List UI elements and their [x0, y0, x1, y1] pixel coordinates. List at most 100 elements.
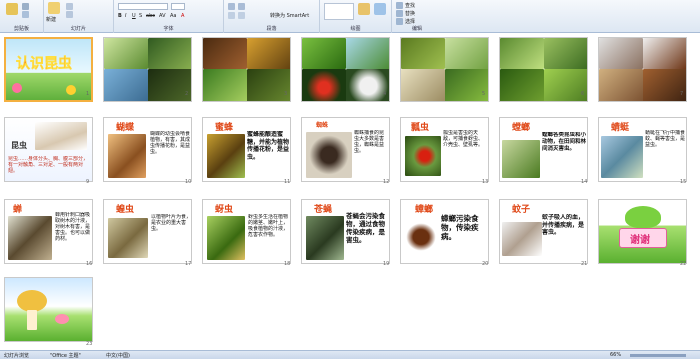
insect-photo — [401, 38, 445, 69]
slide-thumbnail-3[interactable] — [202, 37, 291, 102]
zoom-slider[interactable] — [630, 354, 686, 357]
slide-thumbnail-14[interactable]: 螳螂 螳螂各类昆虫和小动物，在田间和林间消灭害虫。 — [499, 117, 588, 182]
slide-number: 18 — [284, 261, 291, 267]
cut-button[interactable] — [22, 3, 29, 10]
reset-button[interactable] — [66, 11, 73, 18]
slide-text: 螳螂各类昆虫和小动物，在田间和林间消灭害虫。 — [542, 132, 587, 152]
insect-photo — [500, 69, 544, 101]
slide-thumbnail-13[interactable]: 瓢虫 瓢虫是害虫的天敌，可捕食蚜虫、介壳虫、壁虱等。 — [400, 117, 489, 182]
slide-thumbnail-23[interactable] — [4, 277, 93, 342]
insect-photo — [544, 38, 587, 69]
italic-button[interactable]: I — [125, 13, 126, 19]
slide-number: 7 — [680, 91, 684, 97]
insect-photo — [247, 38, 290, 69]
slide-number: 3 — [284, 91, 288, 97]
slide-text: 蚜虫多生活在植物的嫩茎、嫩叶上，吸食植物的汁液，危害农作物。 — [248, 214, 289, 238]
slide-text: 以植物叶片为食，是农业的重大害虫。 — [151, 214, 191, 232]
insect-photo — [148, 38, 191, 69]
quick-styles-icon[interactable] — [374, 3, 386, 15]
status-view: 幻灯片浏览 — [4, 353, 30, 359]
layout-button[interactable] — [66, 3, 73, 10]
slide-thumbnail-4[interactable] — [301, 37, 390, 102]
slide-title: 蜘蛛 — [316, 122, 329, 129]
numbering-button[interactable] — [238, 3, 245, 10]
bullets-button[interactable] — [228, 3, 235, 10]
copy-button[interactable] — [22, 11, 29, 18]
select-icon — [396, 18, 403, 25]
slide-thumbnail-22[interactable]: 谢谢 — [598, 199, 687, 264]
insect-photo — [104, 38, 148, 69]
insect-photo — [405, 136, 441, 176]
slide-title: 蝴蝶 — [116, 123, 135, 133]
ribbon-group-font: B I U S abc AV Aa A 字体 — [114, 0, 224, 33]
slide-title: 蚜虫 — [215, 205, 234, 215]
slide-number: 23 — [86, 341, 93, 347]
slide-text: 苍蝇会污染食物，通过食物传染疾病，是害虫。 — [346, 212, 385, 244]
bold-button[interactable]: B — [118, 13, 122, 19]
group-label-slides: 幻灯片 — [70, 26, 86, 32]
replace-button[interactable]: 替换 — [396, 10, 415, 17]
insect-photo — [207, 134, 245, 178]
slide-thumbnail-19[interactable]: 苍蝇 苍蝇会污染食物，通过食物传染疾病，是害虫。 — [301, 199, 390, 264]
find-label: 查找 — [405, 3, 416, 9]
font-color-button[interactable]: A — [181, 13, 184, 19]
ribbon-group-editing: 查找 替换 选择 编辑 — [392, 0, 442, 33]
slide-title: 昆虫 — [11, 140, 27, 150]
slide-thumbnail-2[interactable] — [103, 37, 192, 102]
slide-thumbnail-21[interactable]: 蚊子 蚊子吸人的血，并传播疾病，是害虫。 — [499, 199, 588, 264]
slide-thumbnail-7[interactable] — [598, 37, 687, 102]
slide-number: 14 — [581, 179, 588, 185]
select-button[interactable]: 选择 — [396, 18, 415, 25]
status-zoom[interactable]: 66% — [610, 352, 621, 358]
arrange-icon[interactable] — [358, 3, 370, 15]
replace-label: 替换 — [405, 11, 416, 17]
group-label-editing: 编辑 — [411, 26, 422, 32]
find-button[interactable]: 查找 — [396, 2, 415, 9]
slide-number: 21 — [581, 261, 588, 267]
slide-number: 4 — [383, 91, 387, 97]
insect-photo — [207, 216, 245, 260]
slide-number: 16 — [86, 261, 93, 267]
ribbon-group-clipboard: 剪贴板 — [0, 0, 44, 33]
align-center-icon — [238, 12, 245, 19]
font-size-select[interactable] — [171, 3, 185, 10]
slide-thumbnail-5[interactable] — [400, 37, 489, 102]
font-name-select[interactable] — [118, 3, 168, 10]
shadow-button[interactable]: S — [139, 13, 142, 19]
shapes-gallery[interactable] — [324, 3, 354, 20]
spacing-button[interactable]: AV — [159, 13, 166, 19]
slide-thumbnail-15[interactable]: 蜻蜓 蜻蜓在飞行中捕食蚊、蝇等害虫，是益虫。 — [598, 117, 687, 182]
layout-icon — [66, 3, 73, 10]
paste-icon[interactable] — [6, 3, 18, 15]
slide-thumbnail-9[interactable]: 昆虫 昆虫……身体分头、胸、腹三部分，有一对触角、三对足、一般有两对翅。 — [4, 117, 93, 182]
mushroom-image — [27, 310, 37, 330]
slide-thumbnail-1[interactable]: 认识昆虫 — [4, 37, 93, 102]
align-left-button[interactable] — [228, 12, 235, 19]
align-center-button[interactable] — [238, 12, 245, 19]
flower-image — [66, 85, 76, 95]
slide-number: 12 — [383, 179, 390, 185]
case-button[interactable]: Aa — [170, 13, 176, 19]
slide-thumbnail-6[interactable] — [499, 37, 588, 102]
insect-photo — [601, 136, 643, 178]
copy-icon — [22, 11, 29, 18]
slide-thumbnail-17[interactable]: 蝗虫 以植物叶片为食，是农业的重大害虫。 — [103, 199, 192, 264]
slide-thumbnail-10[interactable]: 蝴蝶 蝴蝶的幼虫会啃食植物，有害，其成虫传播花粉，是益虫。 — [103, 117, 192, 182]
slide-number: 15 — [680, 179, 687, 185]
cut-icon — [22, 3, 29, 10]
slide-thumbnail-16[interactable]: 蝉 蝉用针刺口器吸取树木的汁液，对树木有害，是害虫。也可以做药材。 — [4, 199, 93, 264]
align-left-icon — [228, 12, 235, 19]
new-slide-button[interactable]: 新建 — [46, 16, 56, 23]
slide-thumbnail-20[interactable]: 蟑螂 蟑螂污染食物，传染疾病。 — [400, 199, 489, 264]
convert-smartart-button[interactable]: 转换为 SmartArt — [270, 12, 309, 19]
slide-title: 蜻蜓 — [611, 123, 630, 133]
slide-thumbnail-12[interactable]: 蜘蛛 蜘蛛捕食的昆虫大多数是害虫，蜘蛛是益虫。 — [301, 117, 390, 182]
flower-image — [12, 83, 22, 93]
slide-thumbnail-18[interactable]: 蚜虫 蚜虫多生活在植物的嫩茎、嫩叶上，吸食植物的汁液，危害农作物。 — [202, 199, 291, 264]
new-slide-icon[interactable] — [48, 2, 60, 14]
slide-text: 蝴蝶的幼虫会啃食植物，有害，其成虫传播花粉，是益虫。 — [150, 131, 190, 155]
strikethrough-button[interactable]: abc — [146, 13, 155, 19]
underline-button[interactable]: U — [132, 13, 136, 19]
slide-thumbnail-11[interactable]: 蜜蜂 蜜蜂能酿造蜜糖，并能为植物传播花粉，是益虫。 — [202, 117, 291, 182]
insect-photo — [203, 38, 247, 69]
